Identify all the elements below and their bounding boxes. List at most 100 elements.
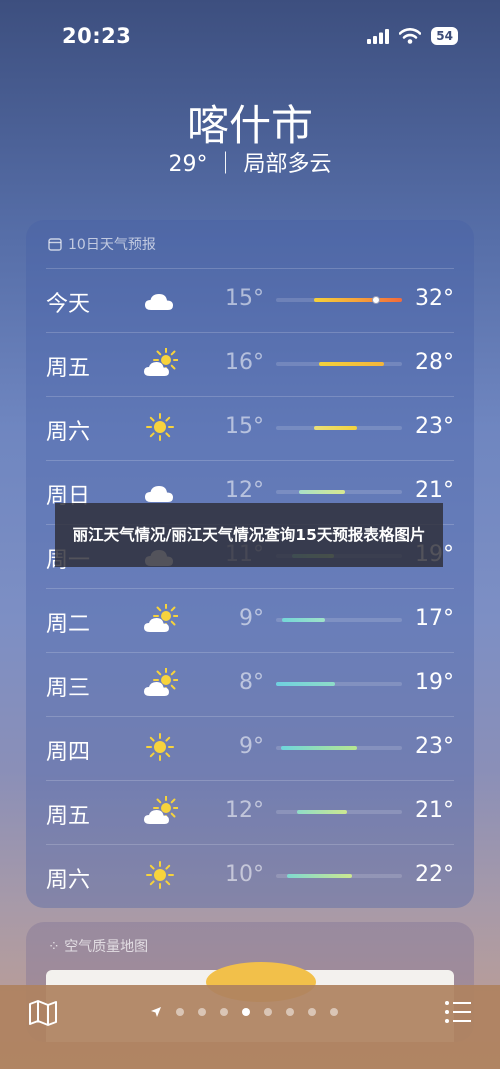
partly-cloudy-icon [144,796,178,824]
forecast-row[interactable]: 今天 15° 32° [26,268,474,332]
page-dot[interactable] [220,1008,228,1016]
temp-range-bar [276,874,402,878]
day-label: 周五 [46,804,91,829]
row-divider [46,396,454,397]
day-label: 周五 [46,356,91,381]
temp-range-bar [276,490,402,494]
high-temp: 19° [415,670,454,695]
forecast-row[interactable]: 周三 8° 19° [26,652,474,716]
page-dot[interactable] [308,1008,316,1016]
row-divider [46,780,454,781]
high-temp: 21° [415,478,454,503]
low-temp: 16° [225,350,264,375]
battery-icon: 54 [431,27,458,45]
high-temp: 32° [415,286,454,311]
low-temp: 12° [225,478,264,503]
calendar-icon [48,238,62,251]
current-temp-marker [371,296,380,304]
air-quality-header-label: 空气质量地图 [64,939,149,955]
forecast-header-label: 10日天气预报 [68,237,156,253]
partly-cloudy-icon [144,348,178,376]
day-label: 周三 [46,676,91,701]
bottom-toolbar [0,985,500,1069]
temp-range-fill [298,490,346,494]
day-label: 周二 [46,612,91,637]
page-dot[interactable] [286,1008,294,1016]
map-icon[interactable] [28,999,58,1027]
temp-range-bar [276,810,402,814]
temp-range-fill [318,362,385,366]
day-label: 周六 [46,420,91,445]
row-divider [46,588,454,589]
temp-range-fill [313,298,402,302]
temp-range-fill [276,682,336,686]
high-temp: 23° [415,734,454,759]
temp-range-fill [281,746,357,750]
caption-overlay: 丽江天气情况/丽江天气情况查询15天预报表格图片 [55,503,443,567]
forecast-row[interactable]: 周六 15° 23° [26,396,474,460]
high-temp: 23° [415,414,454,439]
city-name: 喀什市 [186,101,313,150]
low-temp: 15° [225,414,264,439]
high-temp: 28° [415,350,454,375]
low-temp: 10° [225,862,264,887]
forecast-row[interactable]: 周五 16° 28° [26,332,474,396]
cellular-signal-icon [367,28,390,44]
page-dot[interactable] [176,1008,184,1016]
page-indicator[interactable] [150,1006,338,1018]
partly-cloudy-icon [144,604,178,632]
temp-range-fill [297,810,347,814]
temp-range-fill [287,874,352,878]
temp-range-fill [313,426,357,430]
low-temp: 12° [225,798,264,823]
temp-range-bar [276,426,402,430]
forecast-row[interactable]: 周六 10° 22° [26,844,474,908]
current-condition: 29° ｜ 局部多云 [168,152,332,177]
row-divider [46,844,454,845]
sunny-icon [146,861,174,889]
status-icons: 54 [367,27,458,45]
sunny-icon [146,413,174,441]
page-dot[interactable] [198,1008,206,1016]
low-temp: 9° [239,734,264,759]
row-divider [46,332,454,333]
caption-text: 丽江天气情况/丽江天气情况查询15天预报表格图片 [72,526,426,544]
wifi-icon [399,28,422,44]
day-label: 周四 [46,740,91,765]
page-dot[interactable] [330,1008,338,1016]
low-temp: 9° [239,606,264,631]
air-quality-icon: ⁘ [48,939,65,955]
row-divider [46,716,454,717]
status-bar: 20:23 54 [0,0,500,70]
city-list-icon[interactable] [444,999,472,1025]
high-temp: 22° [415,862,454,887]
row-divider [46,460,454,461]
low-temp: 8° [239,670,264,695]
high-temp: 21° [415,798,454,823]
temp-range-bar [276,296,402,304]
row-divider [46,652,454,653]
air-quality-header: ⁘ 空气质量地图 [48,936,148,956]
forecast-row[interactable]: 周二 9° 17° [26,588,474,652]
forecast-row[interactable]: 周五 12° 21° [26,780,474,844]
status-time: 20:23 [62,24,132,48]
forecast-header: 10日天气预报 [48,234,156,254]
sunny-icon [146,733,174,761]
low-temp: 15° [225,286,264,311]
forecast-row[interactable]: 周四 9° 23° [26,716,474,780]
temp-range-bar [276,362,402,366]
location-arrow-icon [151,1007,161,1017]
row-divider [46,268,454,269]
day-label: 周六 [46,868,91,893]
cloudy-icon [145,486,173,502]
temp-range-bar [276,618,402,622]
day-label: 今天 [46,292,91,317]
partly-cloudy-icon [144,668,178,696]
temp-range-fill [282,618,326,622]
temp-range-bar [276,682,402,686]
page-dot[interactable] [264,1008,272,1016]
cloudy-icon [145,294,173,310]
page-dot[interactable] [242,1008,250,1016]
high-temp: 17° [415,606,454,631]
temp-range-bar [276,746,402,750]
